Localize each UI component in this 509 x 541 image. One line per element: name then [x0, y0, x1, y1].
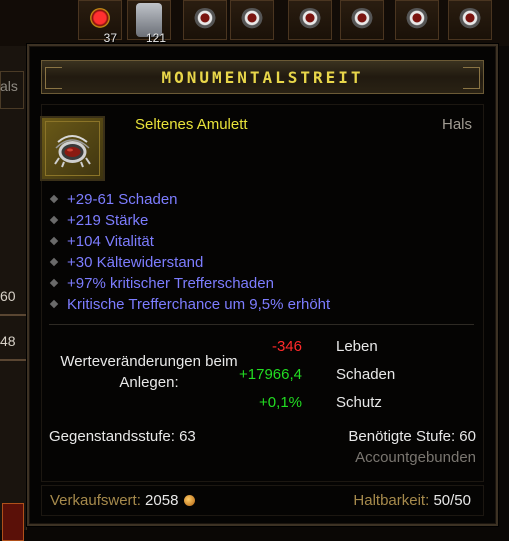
amulet-icon — [240, 8, 264, 30]
sell-value-label: Verkaufswert: — [50, 492, 141, 509]
affix-bullet-icon — [49, 299, 59, 309]
item-slot: Hals — [441, 116, 472, 133]
affix-bullet-icon — [49, 236, 59, 246]
affix-line: +30 Kältewiderstand — [49, 252, 204, 272]
health-potion-icon — [88, 8, 112, 30]
affix-line: +29-61 Schaden — [49, 189, 178, 209]
stat-delta-damage: +17966,4 — [239, 366, 302, 383]
affix-text: +30 Kältewiderstand — [67, 253, 204, 271]
section-divider — [49, 324, 474, 325]
item-title-bar: MONUMENTALSTREIT — [41, 60, 484, 94]
panel-divider — [0, 314, 26, 316]
panel-label: als — [0, 78, 18, 94]
amulet-icon — [193, 8, 217, 30]
account-bound: Accountgebunden — [355, 449, 476, 466]
item-body — [41, 104, 484, 482]
durability: Haltbarkeit: 50/50 — [353, 492, 471, 509]
affix-bullet-icon — [49, 215, 59, 225]
affix-text: +219 Stärke — [67, 211, 149, 229]
belt-slot-amulet[interactable] — [183, 0, 227, 40]
belt-slot-count: 37 — [103, 31, 117, 45]
belt-slot-amulet[interactable] — [340, 0, 384, 40]
amulet-icon — [458, 8, 482, 30]
item-tooltip: MONUMENTALSTREIT Seltenes Amulett Hals +… — [27, 44, 498, 526]
stat-name-armor: Schutz — [336, 394, 382, 411]
belt-bar: 37 121 — [0, 0, 509, 46]
affix-line: +104 Vitalität — [49, 231, 154, 251]
amulet-icon — [54, 135, 91, 168]
belt-slot-count: 121 — [145, 31, 166, 45]
character-panel-edge: als 60 48 — [0, 46, 27, 541]
belt-slot-potion[interactable]: 37 — [78, 0, 122, 45]
affix-bullet-icon — [49, 257, 59, 267]
stat-name-damage: Schaden — [336, 366, 396, 383]
affix-text: Kritische Trefferchance um 9,5% erhöht — [67, 295, 331, 313]
affix-line: +219 Stärke — [49, 210, 149, 230]
belt-slot-amulet[interactable] — [448, 0, 492, 40]
panel-value: 48 — [0, 333, 16, 349]
amulet-icon — [350, 8, 374, 30]
affix-text: +97% kritischer Trefferschaden — [67, 274, 274, 292]
gold-coin-icon — [184, 495, 196, 506]
belt-slot-amulet[interactable] — [395, 0, 439, 40]
belt-slot-amulet[interactable] — [230, 0, 274, 40]
required-level: Benötigte Stufe: 60 — [348, 428, 476, 445]
sell-value: Verkaufswert: 2058 — [50, 492, 196, 509]
sell-value-amount: 2058 — [145, 492, 179, 509]
item-type: Seltenes Amulett — [135, 116, 248, 133]
belt-slot-amulet[interactable] — [288, 0, 332, 40]
panel-divider — [0, 359, 26, 361]
item-name: MONUMENTALSTREIT — [161, 68, 364, 87]
affix-bullet-icon — [49, 194, 59, 204]
stat-delta-life: -346 — [271, 338, 302, 355]
menu-button[interactable] — [2, 503, 24, 541]
amulet-icon — [405, 8, 429, 30]
panel-value: 60 — [0, 288, 16, 304]
item-icon-frame — [40, 116, 105, 181]
tooltip-footer: Verkaufswert: 2058 Haltbarkeit: 50/50 — [41, 485, 484, 516]
stat-name-life: Leben — [336, 338, 378, 355]
item-level: Gegenstandsstufe: 63 — [49, 428, 196, 445]
durability-value: 50/50 — [433, 492, 471, 509]
affix-text: +104 Vitalität — [67, 232, 154, 250]
durability-label: Haltbarkeit: — [353, 492, 430, 509]
affix-line: Kritische Trefferchance um 9,5% erhöht — [49, 294, 331, 314]
belt-slot-scroll[interactable]: 121 — [127, 0, 171, 45]
affix-bullet-icon — [49, 278, 59, 288]
amulet-icon — [298, 8, 322, 30]
affix-line: +97% kritischer Trefferschaden — [49, 273, 274, 293]
affix-text: +29-61 Schaden — [67, 190, 178, 208]
stat-delta-armor: +0,1% — [259, 394, 302, 411]
